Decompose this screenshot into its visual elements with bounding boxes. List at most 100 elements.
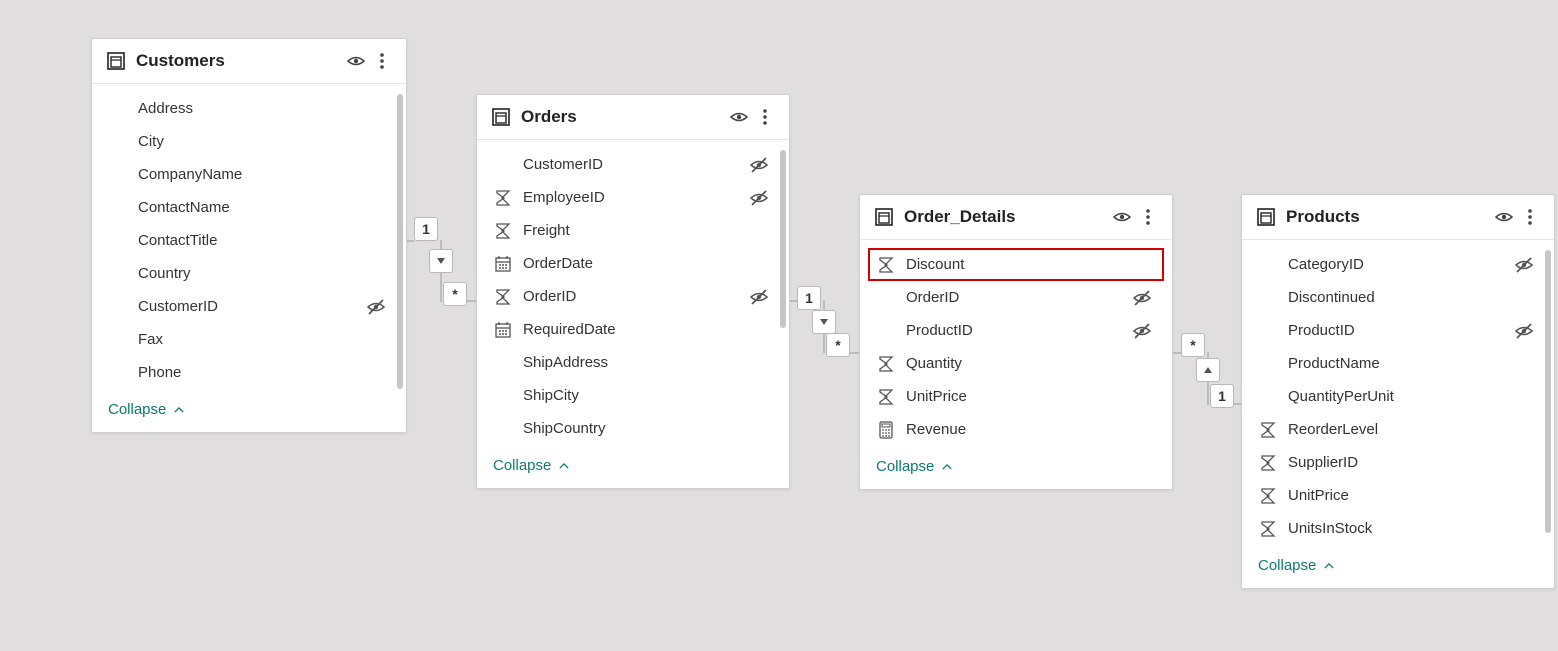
field-row[interactable]: UnitPrice [1250, 479, 1546, 512]
hidden-icon[interactable] [749, 155, 769, 175]
sum-icon [493, 221, 513, 241]
chevron-up-icon [940, 460, 954, 474]
table-products[interactable]: Products CategoryIDDiscontinued ProductID… [1241, 194, 1555, 589]
table-title: Customers [136, 51, 340, 71]
table-header[interactable]: Order_Details [860, 195, 1172, 240]
field-row[interactable]: CustomerID [100, 290, 398, 323]
hidden-icon[interactable] [749, 188, 769, 208]
scrollbar[interactable] [1545, 250, 1551, 533]
field-name: ShipCountry [523, 420, 769, 437]
hidden-icon[interactable] [1514, 255, 1534, 275]
field-row[interactable]: Quantity [868, 347, 1164, 380]
field-list: Discount OrderID ProductIDQuantityUnitPric… [860, 240, 1172, 450]
visibility-icon[interactable] [1112, 207, 1132, 227]
hidden-icon[interactable] [749, 287, 769, 307]
field-name: Fax [138, 331, 386, 348]
field-row[interactable]: Discontinued [1250, 281, 1546, 314]
scrollbar[interactable] [397, 94, 403, 389]
cardinality-one-badge: 1 [414, 217, 438, 241]
field-list: CustomerIDEmployeeIDFreight OrderDate Orde… [477, 140, 789, 449]
rel-line [466, 300, 476, 302]
field-name: ShipCity [523, 387, 769, 404]
field-name: OrderID [906, 289, 1132, 306]
hidden-icon[interactable] [1132, 288, 1152, 308]
field-row[interactable]: Discount [868, 248, 1164, 281]
field-row[interactable]: ContactName [100, 191, 398, 224]
table-header[interactable]: Products [1242, 195, 1554, 240]
field-row[interactable]: CustomerID [485, 148, 781, 181]
field-row[interactable]: RequiredDate [485, 313, 781, 346]
cardinality-one-badge: 1 [797, 286, 821, 310]
table-header[interactable]: Customers [92, 39, 406, 84]
visibility-icon[interactable] [1494, 207, 1514, 227]
field-row[interactable]: ProductID [1250, 314, 1546, 347]
table-title: Orders [521, 107, 723, 127]
visibility-icon[interactable] [729, 107, 749, 127]
field-name: ProductID [1288, 322, 1514, 339]
collapse-button[interactable]: Collapse [860, 450, 1172, 489]
field-row[interactable]: ReorderLevel [1250, 413, 1546, 446]
field-row[interactable]: Address [100, 92, 398, 125]
more-options-icon[interactable] [1138, 207, 1158, 227]
field-row[interactable]: EmployeeID [485, 181, 781, 214]
field-row[interactable]: UnitPrice [868, 380, 1164, 413]
field-name: SupplierID [1288, 454, 1534, 471]
collapse-label: Collapse [876, 458, 934, 475]
field-row[interactable]: SupplierID [1250, 446, 1546, 479]
field-name: OrderID [523, 288, 749, 305]
field-row[interactable]: ContactTitle [100, 224, 398, 257]
more-options-icon[interactable] [755, 107, 775, 127]
table-title: Products [1286, 207, 1488, 227]
collapse-button[interactable]: Collapse [477, 449, 789, 488]
table-title: Order_Details [904, 207, 1106, 227]
hidden-icon[interactable] [1514, 321, 1534, 341]
field-name: OrderDate [523, 255, 769, 272]
field-row[interactable]: QuantityPerUnit [1250, 380, 1546, 413]
cardinality-many-badge: * [1181, 333, 1205, 357]
field-row[interactable]: Revenue [868, 413, 1164, 446]
field-name: UnitPrice [1288, 487, 1534, 504]
sum-icon [876, 354, 896, 374]
more-options-icon[interactable] [372, 51, 392, 71]
field-row[interactable]: ProductName [1250, 347, 1546, 380]
field-row[interactable]: Country [100, 257, 398, 290]
table-icon [1256, 207, 1276, 227]
field-row[interactable]: Fax [100, 323, 398, 356]
rel-line [849, 352, 859, 354]
field-row[interactable]: City [100, 125, 398, 158]
field-name: ProductName [1288, 355, 1534, 372]
sum-icon [1258, 519, 1278, 539]
table-orders[interactable]: Orders CustomerIDEmployeeIDFreight OrderD… [476, 94, 790, 489]
date-icon [493, 254, 513, 274]
field-row[interactable]: ShipAddress [485, 346, 781, 379]
field-row[interactable]: Phone [100, 356, 398, 389]
field-name: City [138, 133, 386, 150]
table-icon [874, 207, 894, 227]
scrollbar[interactable] [780, 150, 786, 328]
field-row[interactable]: ShipCity [485, 379, 781, 412]
sum-icon [493, 287, 513, 307]
table-customers[interactable]: Customers Address City CompanyNameContactN… [91, 38, 407, 433]
rel-line [1233, 403, 1241, 405]
collapse-button[interactable]: Collapse [1242, 549, 1554, 588]
field-row[interactable]: OrderID [868, 281, 1164, 314]
table-header[interactable]: Orders [477, 95, 789, 140]
chevron-up-icon [172, 403, 186, 417]
more-options-icon[interactable] [1520, 207, 1540, 227]
collapse-button[interactable]: Collapse [92, 393, 406, 432]
field-name: Revenue [906, 421, 1152, 438]
table-order-details[interactable]: Order_Details Discount OrderID ProductIDQu… [859, 194, 1173, 490]
field-row[interactable]: Freight [485, 214, 781, 247]
field-row[interactable]: CategoryID [1250, 248, 1546, 281]
field-row[interactable]: UnitsInStock [1250, 512, 1546, 545]
field-row[interactable]: ShipCountry [485, 412, 781, 445]
visibility-icon[interactable] [346, 51, 366, 71]
field-row[interactable]: CompanyName [100, 158, 398, 191]
sum-icon [876, 387, 896, 407]
hidden-icon[interactable] [1132, 321, 1152, 341]
field-row[interactable]: OrderDate [485, 247, 781, 280]
field-row[interactable]: OrderID [485, 280, 781, 313]
rel-line [1173, 352, 1181, 354]
field-row[interactable]: ProductID [868, 314, 1164, 347]
hidden-icon[interactable] [366, 297, 386, 317]
